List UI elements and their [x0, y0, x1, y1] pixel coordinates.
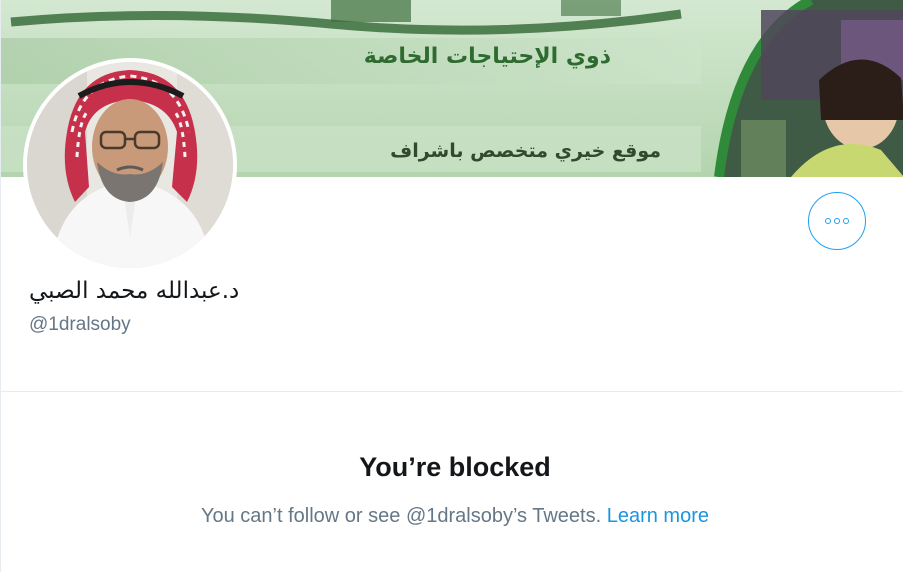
profile-page: ذوي الإحتياجات الخاصة موقع خيري متخصص با… [0, 0, 903, 572]
avatar-photo [27, 62, 233, 268]
blocked-message: You can’t follow or see @1dralsoby’s Twe… [1, 505, 903, 528]
blocked-description: You can’t follow or see @1dralsoby’s Twe… [201, 505, 602, 527]
learn-more-link[interactable]: Learn more [607, 505, 709, 527]
blocked-title: You’re blocked [359, 452, 551, 482]
more-options-button[interactable] [808, 192, 866, 250]
profile-handle: @1dralsoby [29, 314, 131, 335]
section-divider [1, 391, 903, 392]
profile-display-name: د.عبدالله محمد الصبي [29, 278, 240, 304]
banner-line-bottom: موقع خيري متخصص باشراف [390, 140, 661, 162]
avatar-portrait [27, 62, 233, 268]
profile-avatar[interactable] [23, 58, 237, 272]
banner-line-top: ذوي الإحتياجات الخاصة [363, 44, 611, 69]
more-horizontal-icon [824, 218, 851, 224]
